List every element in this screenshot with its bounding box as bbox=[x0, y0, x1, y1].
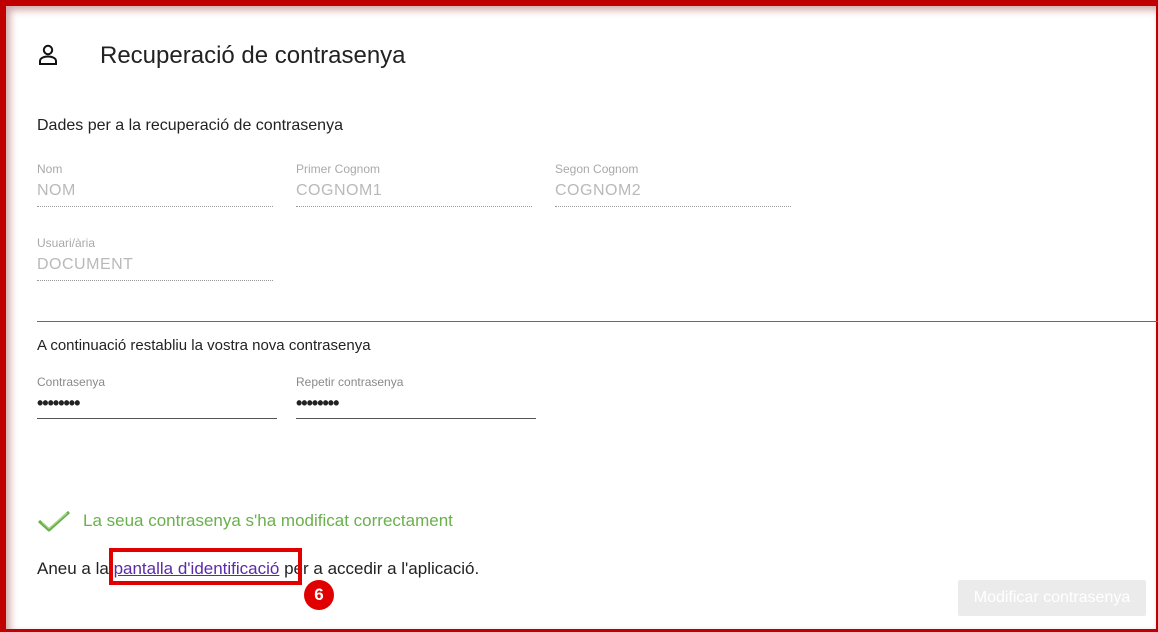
password-label: Contrasenya bbox=[37, 375, 106, 389]
nom-underline bbox=[37, 206, 273, 207]
instructions-prefix: Aneu a la bbox=[37, 559, 114, 578]
password-underline bbox=[37, 418, 277, 419]
primer-cognom-field: Primer Cognom COGNOM1 bbox=[296, 162, 532, 207]
segon-cognom-underline bbox=[555, 206, 791, 207]
check-icon bbox=[37, 510, 71, 532]
usuari-underline bbox=[37, 280, 273, 281]
segon-cognom-label: Segon Cognom bbox=[555, 162, 639, 176]
usuari-value: DOCUMENT bbox=[37, 256, 134, 273]
repeat-password-input[interactable]: •••••••• bbox=[296, 393, 536, 414]
success-text: La seua contrasenya s'ha modificat corre… bbox=[83, 511, 453, 530]
section-divider bbox=[37, 321, 1158, 322]
instructions-suffix: per a accedir a l'aplicació. bbox=[279, 559, 480, 578]
modify-password-button[interactable]: Modificar contrasenya bbox=[958, 580, 1146, 616]
nom-label: Nom bbox=[37, 162, 63, 176]
repeat-password-label: Repetir contrasenya bbox=[296, 375, 404, 389]
annotation-step-badge: 6 bbox=[304, 580, 334, 610]
primer-cognom-value: COGNOM1 bbox=[296, 182, 383, 199]
page-title: Recuperació de contrasenya bbox=[100, 42, 406, 69]
nom-field: Nom NOM bbox=[37, 162, 273, 207]
recovery-data-heading: Dades per a la recuperació de contraseny… bbox=[37, 117, 343, 134]
success-message: La seua contrasenya s'ha modificat corre… bbox=[37, 509, 453, 533]
repeat-password-underline bbox=[296, 418, 536, 419]
annotation-highlight-box bbox=[109, 548, 302, 585]
password-field[interactable]: Contrasenya •••••••• bbox=[37, 375, 277, 419]
password-input[interactable]: •••••••• bbox=[37, 393, 277, 414]
primer-cognom-underline bbox=[296, 206, 532, 207]
usuari-field: Usuari/ària DOCUMENT bbox=[37, 236, 273, 281]
screenshot-frame bbox=[0, 0, 1158, 632]
repeat-password-field[interactable]: Repetir contrasenya •••••••• bbox=[296, 375, 536, 419]
user-icon bbox=[39, 44, 57, 65]
segon-cognom-value: COGNOM2 bbox=[555, 182, 642, 199]
new-password-heading: A continuació restabliu la vostra nova c… bbox=[37, 337, 371, 354]
segon-cognom-field: Segon Cognom COGNOM2 bbox=[555, 162, 791, 207]
nom-value: NOM bbox=[37, 182, 76, 199]
usuari-label: Usuari/ària bbox=[37, 236, 96, 250]
primer-cognom-label: Primer Cognom bbox=[296, 162, 381, 176]
